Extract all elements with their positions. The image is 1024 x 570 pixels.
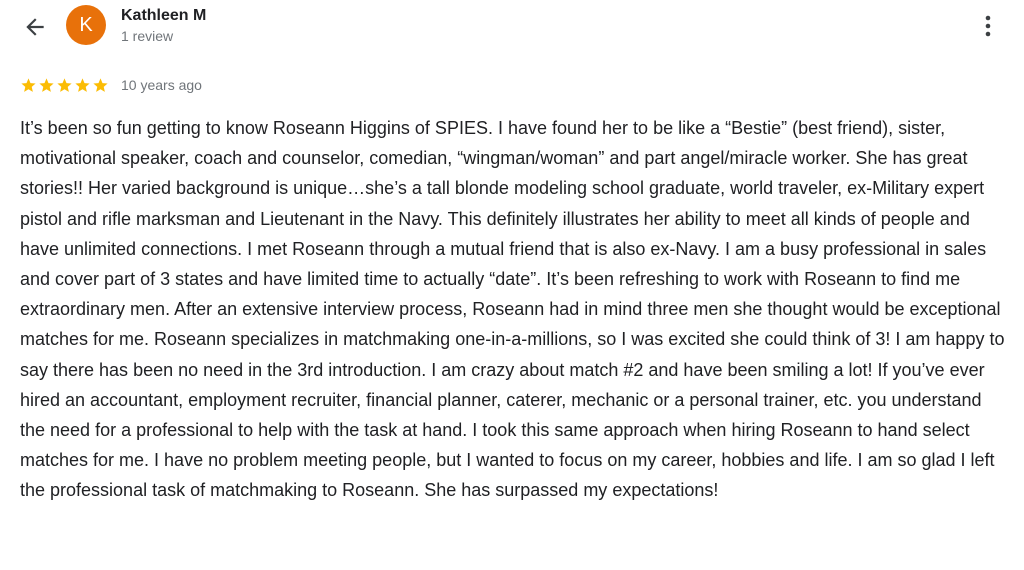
rating-row: 10 years ago: [20, 75, 202, 95]
star-icon: [57, 77, 72, 92]
more-vertical-icon: [985, 15, 991, 37]
star-rating: [20, 77, 109, 94]
arrow-left-icon: [26, 18, 44, 36]
star-icon: [75, 77, 90, 92]
back-button[interactable]: [20, 12, 50, 42]
review-text: It’s been so fun getting to know Roseann…: [20, 118, 1005, 501]
reviewer-name[interactable]: Kathleen M: [121, 7, 206, 25]
star-icon: [39, 77, 54, 92]
review-timestamp: 10 years ago: [121, 77, 202, 93]
star-icon: [93, 77, 108, 92]
avatar-initial: K: [79, 13, 93, 36]
star-icon: [21, 77, 36, 92]
more-options-button[interactable]: [976, 12, 1000, 40]
avatar[interactable]: K: [66, 5, 106, 45]
reviewer-review-count: 1 review: [121, 28, 174, 44]
